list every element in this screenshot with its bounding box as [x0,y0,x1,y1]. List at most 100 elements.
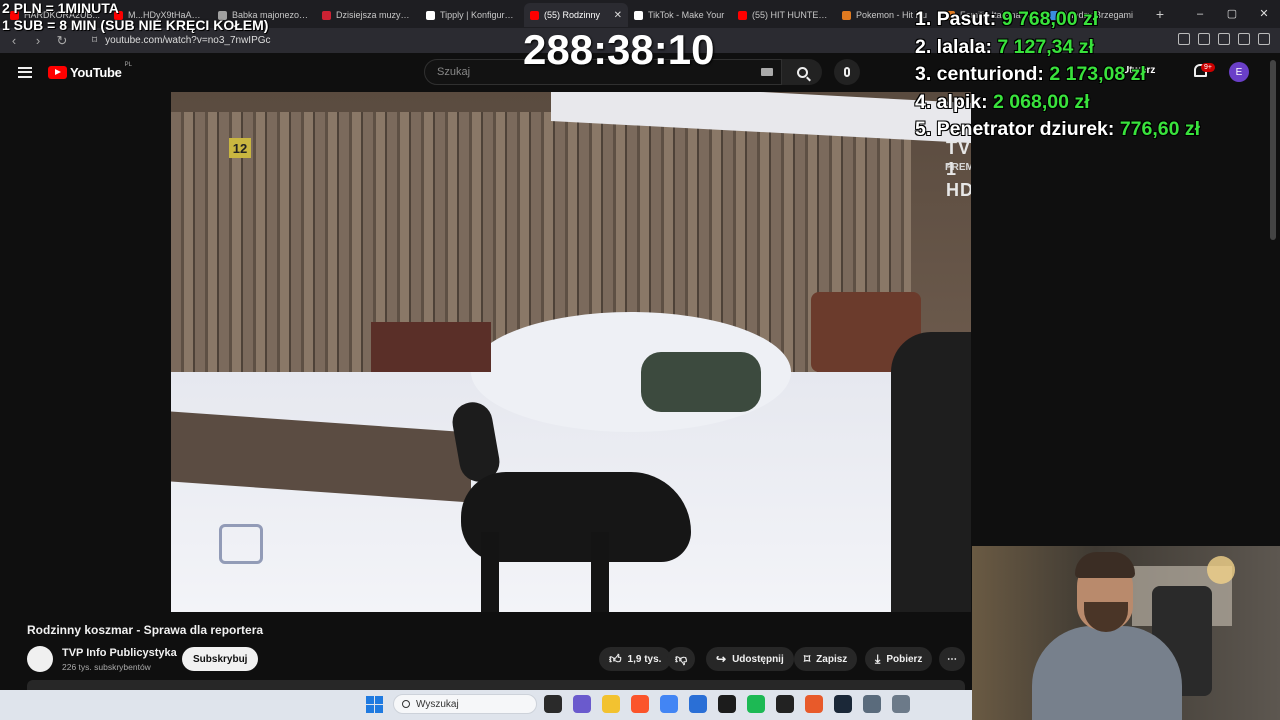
video-title: Rodzinny koszmar - Sprawa dla reportera [27,623,264,637]
tab-favicon [842,10,851,20]
channel-avatar[interactable] [27,646,53,672]
description-box[interactable] [27,680,965,690]
url-text: youtube.com/watch?v=no3_7nwIPGc [105,35,271,46]
tab[interactable]: TikTok - Make Your [628,3,732,27]
webcam-person-body [1032,626,1182,720]
extension-icon[interactable] [1238,33,1250,45]
forward-icon[interactable]: › [28,33,48,48]
voice-search-button[interactable] [834,59,860,85]
keyboard-icon[interactable] [761,68,773,76]
tab-favicon [530,10,539,20]
tab[interactable]: (55) HIT HUNTERS [732,3,836,27]
search-placeholder: Szukaj [437,66,471,78]
youtube-play-icon [48,65,67,79]
steam-icon[interactable] [834,695,852,713]
page-scrollbar[interactable] [1270,60,1276,240]
hamburger-menu-icon[interactable] [18,66,32,78]
microphone-icon [844,67,850,77]
taskbar-search-placeholder: Wyszukaj [416,698,459,710]
save-label: Zapisz [816,653,848,665]
download-icon: ⤓ [875,651,881,666]
like-button[interactable]: 👍︎ 1,9 tys. [599,647,672,671]
tab-favicon [322,10,331,20]
more-actions-button[interactable]: ⋯ [939,647,965,671]
brave-browser-icon[interactable] [631,695,649,713]
bookmark-icon[interactable]: ⌑ [92,35,97,46]
spotify-icon[interactable] [747,695,765,713]
donation-leaderboard: 1. Pasut: 9 768,00 zł 2. lalala: 7 127,3… [915,8,1200,146]
video-frame-dog-leg [481,532,499,612]
video-frame-object [371,322,491,372]
back-icon[interactable]: ‹ [4,33,24,48]
app-icon[interactable] [776,695,794,713]
maximize-button[interactable]: ▢ [1216,0,1248,28]
webcam-person-hair [1075,552,1135,578]
leaderboard-row: 2. lalala: 7 127,34 zł [915,36,1200,64]
notification-count-badge: 9+ [1201,63,1215,72]
brave-browser-icon[interactable] [805,695,823,713]
subathon-timer: 288:38:10 [523,26,715,73]
search-icon [402,700,410,708]
share-label: Udostępnij [732,653,784,665]
webcam-lamp [1207,556,1235,584]
share-icon: ↪ [716,652,727,666]
rule-line: 1 SUB = 8 MIN (SUB NIE KRĘCI KOŁEM) [2,17,269,33]
tab-favicon [738,10,747,20]
extension-icon[interactable] [1218,33,1230,45]
channel-name[interactable]: TVP Info Publicystyka [62,647,177,659]
leaderboard-row: 3. centuriond: 2 173,08 zł [915,63,1200,91]
subscriber-count: 226 tys. subskrybentów [62,662,151,672]
like-count: 1,9 tys. [627,653,662,665]
copilot-icon[interactable] [573,695,591,713]
webcam-overlay [972,546,1280,720]
reload-icon[interactable]: ↻ [52,33,72,49]
tab-close-icon[interactable]: ✕ [614,10,622,21]
dislike-button[interactable]: 👎︎ [667,647,696,671]
tab-favicon [634,10,643,20]
bookmark-icon: ⌑ [804,652,811,666]
camera-watermark-icon [219,524,263,564]
video-frame-object [641,352,761,412]
youtube-logo[interactable]: YouTube PL [48,62,132,80]
tab-label: Dzisiejsza muzyczna [336,10,414,20]
calculator-icon[interactable] [892,695,910,713]
menu-icon[interactable] [1258,33,1270,45]
search-button[interactable] [782,59,822,85]
search-icon [796,66,808,78]
tab-label: (55) HIT HUNTERS [752,10,830,20]
download-button[interactable]: ⤓ Pobierz [865,647,933,671]
subscribe-button[interactable]: Subskrybuj [182,647,259,671]
tab[interactable]: Tipply | Konfigurator [420,3,524,27]
rule-line: 2 PLN = 1MINUTA [2,0,119,16]
donor-name: 5. Penetrator dziurek: [915,118,1115,140]
save-button[interactable]: ⌑ Zapisz [794,647,858,671]
account-avatar[interactable]: E [1229,62,1249,82]
premiere-label: PREMIERA [945,162,971,173]
screen: HARDKORA2UB... M...HDyX9tHaAAATDVE Babka… [0,0,1280,720]
leaderboard-row: 5. Penetrator dziurek: 776,60 zł [915,118,1200,146]
donor-name: 2. lalala: [915,35,992,58]
tab-label: Tipply | Konfigurator [440,10,518,20]
chrome-icon[interactable] [660,695,678,713]
donation-amount: 2 173,08 zł [1049,63,1146,85]
settings-icon[interactable] [863,695,881,713]
donation-amount: 2 068,00 zł [993,90,1090,113]
task-view-icon[interactable] [544,695,562,713]
url-field[interactable]: ⌑ youtube.com/watch?v=no3_7nwIPGc [92,35,271,46]
share-button[interactable]: ↪ Udostępnij [706,647,794,671]
video-frame-dog-leg [591,532,609,612]
app-icon[interactable] [718,695,736,713]
donor-name: 4. alpik: [915,90,988,113]
leaderboard-row: 1. Pasut: 9 768,00 zł [915,8,1200,36]
file-explorer-icon[interactable] [602,695,620,713]
windows-start-icon[interactable] [366,696,383,713]
close-window-button[interactable]: ✕ [1248,0,1280,28]
taskbar-search-input[interactable]: Wyszukaj [393,694,537,714]
tab[interactable]: Dzisiejsza muzyczna [316,3,420,27]
store-icon[interactable] [689,695,707,713]
donation-amount: 9 768,00 zł [1001,8,1099,30]
video-player[interactable]: 12 TVP 1 HD PREMIERA [171,92,971,612]
taskbar-pinned-apps [544,695,910,713]
donation-amount: 7 127,34 zł [997,35,1094,58]
tab-active[interactable]: (55) Rodzinny ✕ [524,3,628,27]
